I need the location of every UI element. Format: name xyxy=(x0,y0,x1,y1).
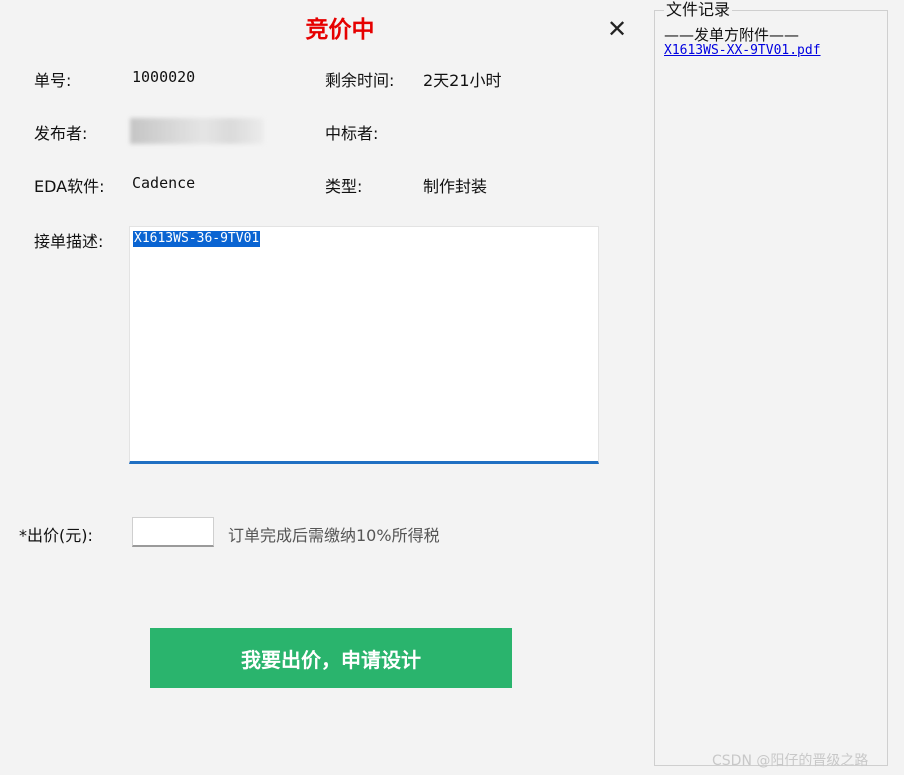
order-no-value: 1000020 xyxy=(132,68,196,86)
eda-value: Cadence xyxy=(132,174,196,192)
watermark: CSDN @阳仔的晋级之路 xyxy=(712,753,869,769)
publisher-redacted xyxy=(130,118,264,144)
tax-hint: 订单完成后需缴纳10%所得税 xyxy=(228,526,440,545)
type-value: 制作封装 xyxy=(423,177,488,196)
attachment-link[interactable]: X1613WS-XX-9TV01.pdf xyxy=(664,43,821,58)
order-no-label: 单号: xyxy=(34,71,72,90)
submit-bid-button[interactable]: 我要出价，申请设计 xyxy=(150,628,512,688)
close-icon[interactable]: ✕ xyxy=(604,16,630,42)
description-label: 接单描述: xyxy=(34,232,104,251)
file-records-panel xyxy=(654,10,888,766)
dialog-title: 竞价中 xyxy=(305,17,375,43)
description-selected-text: X1613WS-36-9TV01 xyxy=(133,231,261,247)
publisher-label: 发布者: xyxy=(34,124,88,143)
eda-label: EDA软件: xyxy=(34,177,105,196)
description-textarea[interactable]: X1613WS-36-9TV01 xyxy=(129,226,599,464)
remaining-time-label: 剩余时间: xyxy=(325,71,395,90)
winner-label: 中标者: xyxy=(325,124,379,143)
type-label: 类型: xyxy=(325,177,363,196)
publisher-attachments-heading: ——发单方附件—— xyxy=(664,26,800,44)
price-input[interactable] xyxy=(132,517,214,547)
file-records-title: 文件记录 xyxy=(664,0,733,20)
remaining-time-value: 2天21小时 xyxy=(423,71,502,90)
price-label: *出价(元): xyxy=(19,526,93,545)
